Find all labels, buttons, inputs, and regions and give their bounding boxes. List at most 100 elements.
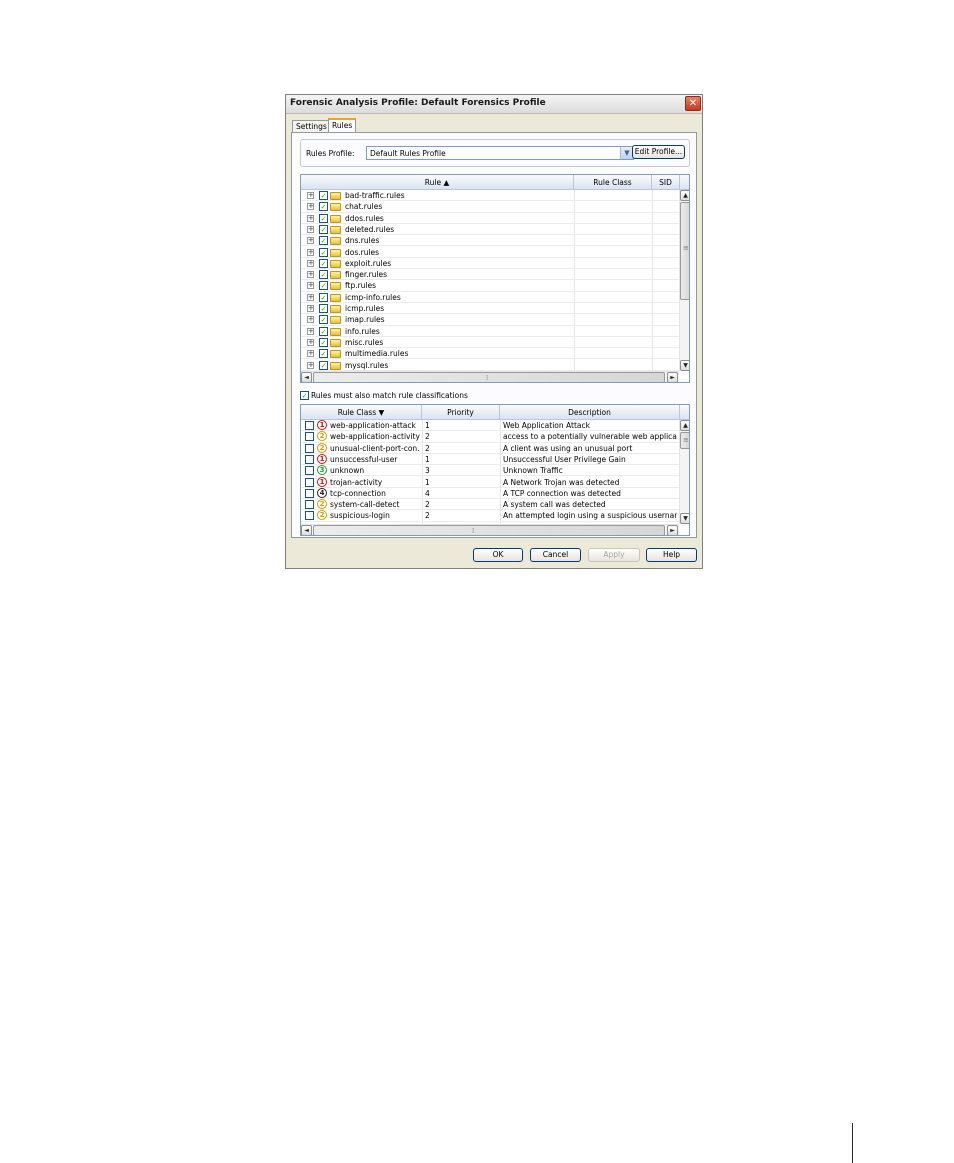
rule-class-checkbox[interactable]	[305, 500, 314, 510]
scroll-left-icon[interactable]: ◄	[301, 525, 312, 535]
rule-row[interactable]: + ✓ finger.rules	[301, 269, 679, 281]
expand-icon[interactable]: +	[307, 225, 314, 233]
expand-icon[interactable]: +	[307, 293, 314, 301]
expand-icon[interactable]: +	[307, 327, 314, 335]
class-horizontal-scrollbar[interactable]: ◄ ⁞ ►	[301, 524, 679, 535]
rule-checkbox[interactable]: ✓	[319, 224, 328, 234]
rule-class-checkbox[interactable]	[305, 454, 314, 464]
rule-checkbox[interactable]: ✓	[319, 213, 328, 223]
rule-row[interactable]: + ✓ exploit.rules	[301, 258, 679, 270]
expand-icon[interactable]: +	[307, 282, 314, 290]
rule-row[interactable]: + ✓ icmp.rules	[301, 303, 679, 315]
rule-row[interactable]: + ✓ deleted.rules	[301, 224, 679, 236]
class-vertical-scrollbar[interactable]: ▲ ≡ ▼	[679, 420, 689, 524]
scroll-thumb[interactable]: ≡	[680, 202, 689, 300]
column-header-rule[interactable]: Rule ▲	[301, 175, 574, 190]
scroll-right-icon[interactable]: ►	[667, 372, 678, 382]
ok-button[interactable]: OK	[473, 548, 523, 562]
expand-icon[interactable]: +	[307, 237, 314, 245]
rule-row[interactable]: + ✓ icmp-info.rules	[301, 292, 679, 303]
scroll-left-icon[interactable]: ◄	[301, 372, 312, 382]
rule-checkbox[interactable]: ✓	[319, 315, 328, 325]
help-button[interactable]: Help	[646, 548, 697, 562]
expand-icon[interactable]: +	[307, 316, 314, 324]
rule-class-checkbox[interactable]	[305, 488, 314, 498]
rule-row[interactable]: + ✓ chat.rules	[301, 201, 679, 213]
rule-row[interactable]: + ✓ dns.rules	[301, 235, 679, 247]
rule-row[interactable]: + ✓ bad-traffic.rules	[301, 190, 679, 202]
scroll-up-icon[interactable]: ▲	[680, 190, 689, 201]
close-icon[interactable]: ✕	[685, 96, 701, 111]
rule-class-row[interactable]: 1 trojan-activity 1 A Network Trojan was de…	[301, 476, 679, 488]
expand-icon[interactable]: +	[307, 361, 314, 369]
expand-icon[interactable]: +	[307, 203, 314, 211]
scroll-thumb[interactable]: ⁞	[313, 525, 665, 535]
scroll-down-icon[interactable]: ▼	[680, 360, 689, 371]
scroll-right-icon[interactable]: ►	[667, 525, 678, 535]
rule-row[interactable]: + ✓ ddos.rules	[301, 213, 679, 224]
rule-checkbox[interactable]: ✓	[319, 258, 328, 268]
match-classifications-checkbox[interactable]: ✓	[300, 391, 309, 400]
rules-horizontal-scrollbar[interactable]: ◄ ⁞ ►	[301, 371, 679, 382]
expand-icon[interactable]: +	[307, 350, 314, 358]
apply-button[interactable]: Apply	[588, 548, 640, 562]
rule-class-row[interactable]: 3 unknown 3 Unknown Traffic	[301, 465, 679, 477]
scroll-thumb[interactable]: ≡	[680, 432, 689, 449]
rule-class-checkbox[interactable]	[305, 477, 314, 487]
column-header-rule-class[interactable]: Rule Class ▼	[301, 405, 422, 420]
rule-class-row[interactable]: 2 suspicious-login 2 An attempted login usi…	[301, 510, 679, 522]
rule-class-checkbox[interactable]	[305, 466, 314, 476]
rule-class-checkbox[interactable]	[305, 421, 314, 430]
edit-profile-button[interactable]: Edit Profile...	[632, 145, 685, 159]
rule-class-row[interactable]: 1 web-application-attack 1 Web Application …	[301, 420, 679, 432]
rule-checkbox[interactable]: ✓	[319, 349, 328, 359]
expand-icon[interactable]: +	[307, 259, 314, 267]
rule-class-row[interactable]: 2 web-application-activity 2 access to a po…	[301, 431, 679, 443]
rule-checkbox[interactable]: ✓	[319, 202, 328, 212]
column-header-sid[interactable]: SID	[652, 175, 680, 190]
expand-icon[interactable]: +	[307, 338, 314, 346]
cancel-button[interactable]: Cancel	[530, 548, 581, 562]
rule-row[interactable]: + ✓ imap.rules	[301, 314, 679, 326]
rule-checkbox[interactable]: ✓	[319, 236, 328, 246]
tab-rules[interactable]: Rules	[328, 118, 357, 133]
title-bar[interactable]: Forensic Analysis Profile: Default Foren…	[286, 95, 702, 114]
column-header-description[interactable]: Description	[500, 405, 680, 420]
scroll-down-icon[interactable]: ▼	[680, 513, 689, 524]
rules-vertical-scrollbar[interactable]: ▲ ≡ ▼	[679, 190, 689, 371]
expand-icon[interactable]: +	[307, 214, 314, 222]
rule-class-row[interactable]: 4 tcp-connection 4 A TCP connection was det…	[301, 487, 679, 500]
rule-checkbox[interactable]: ✓	[319, 191, 328, 200]
rule-checkbox[interactable]: ✓	[319, 247, 328, 257]
rule-checkbox[interactable]: ✓	[319, 270, 328, 280]
rule-row[interactable]: + ✓ dos.rules	[301, 247, 679, 258]
rule-class-checkbox[interactable]	[305, 511, 314, 521]
rule-class-description: An attempted login using a suspicious us…	[503, 511, 677, 521]
column-header-rule-class[interactable]: Rule Class	[574, 175, 652, 190]
scroll-up-icon[interactable]: ▲	[680, 420, 689, 431]
expand-icon[interactable]: +	[307, 305, 314, 312]
rule-checkbox[interactable]: ✓	[319, 360, 328, 370]
rule-row[interactable]: + ✓ ftp.rules	[301, 280, 679, 292]
rule-row[interactable]: + ✓ multimedia.rules	[301, 348, 679, 360]
rule-checkbox[interactable]: ✓	[319, 337, 328, 347]
rule-row[interactable]: + ✓ misc.rules	[301, 337, 679, 349]
rules-profile-select[interactable]: Default Rules Profile ▼	[366, 146, 634, 160]
column-header-priority[interactable]: Priority	[422, 405, 500, 420]
rule-class-checkbox[interactable]	[305, 443, 314, 453]
expand-icon[interactable]: +	[307, 248, 314, 256]
rule-checkbox[interactable]: ✓	[319, 304, 328, 313]
rule-class-checkbox[interactable]	[305, 432, 314, 442]
expand-icon[interactable]: +	[307, 271, 314, 279]
rule-class-row[interactable]: 1 unsuccessful-user 1 Unsuccessful User Pri…	[301, 453, 679, 466]
rule-checkbox[interactable]: ✓	[319, 326, 328, 336]
scroll-thumb[interactable]: ⁞	[313, 372, 665, 382]
rule-row[interactable]: + ✓ mysql.rules	[301, 360, 679, 371]
rule-checkbox[interactable]: ✓	[319, 281, 328, 291]
rule-class-row[interactable]: 2 unusual-client-port-con... 2 A client was…	[301, 442, 679, 454]
rule-class-row[interactable]: 2 system-call-detect 2 A system call was de…	[301, 499, 679, 511]
rule-checkbox[interactable]: ✓	[319, 292, 328, 302]
rule-row[interactable]: + ✓ info.rules	[301, 326, 679, 337]
tab-settings[interactable]: Settings	[292, 120, 331, 132]
expand-icon[interactable]: +	[307, 192, 314, 199]
